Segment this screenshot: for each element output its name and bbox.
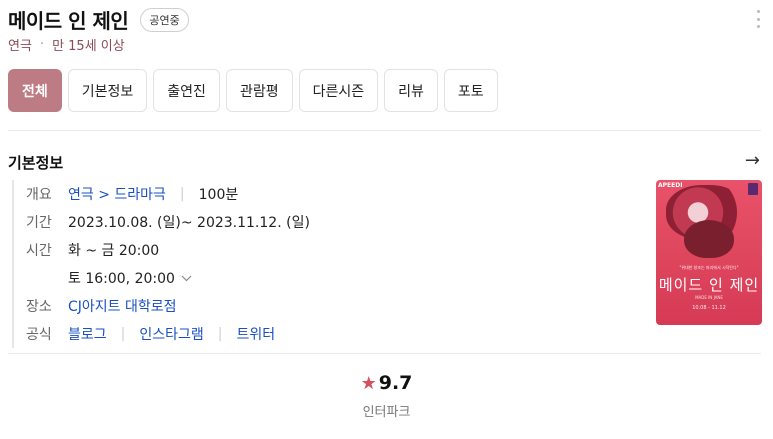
info-row-period: 기간 2023.10.08. (일)~ 2023.11.12. (일) xyxy=(26,208,632,236)
info-label: 기간 xyxy=(26,215,52,231)
rating-score: ★ 9.7 xyxy=(0,372,773,394)
tab-other-seasons[interactable]: 다른시즌 xyxy=(298,69,379,112)
divider xyxy=(8,353,761,354)
tab-cast[interactable]: 출연진 xyxy=(153,69,220,112)
info-row-time: 시간 화 ~ 금 20:00 xyxy=(26,236,632,264)
instagram-link[interactable]: 인스타그램 xyxy=(139,324,203,344)
time-value-saturday: 토 16:00, 20:00 xyxy=(68,271,175,287)
info-label: 장소 xyxy=(26,299,52,315)
poster-hand-art xyxy=(684,220,734,258)
time-value-weekday: 화 ~ 금 20:00 xyxy=(68,243,160,259)
poster-dates: 10.08 - 11.12 xyxy=(692,305,726,311)
info-list: 개요 연극 > 드라마극 | 100분 기간 2023.10.08. (일)~ … xyxy=(12,180,632,348)
subtitle: 연극 · 만 15세 이상 xyxy=(8,35,125,54)
info-row-venue: 장소 CJ아지트 대학로점 xyxy=(26,292,632,320)
page-header: 메이드 인 제인 공연중 xyxy=(8,5,189,34)
info-row-official: 공식 블로그 | 인스타그램 | 트위터 xyxy=(26,320,632,348)
star-icon: ★ xyxy=(360,373,377,394)
tab-photos[interactable]: 포토 xyxy=(443,69,498,112)
genre-link[interactable]: 연극 > 드라마극 xyxy=(68,184,166,204)
blog-link[interactable]: 블로그 xyxy=(68,324,107,344)
page-title: 메이드 인 제인 xyxy=(8,9,129,33)
tab-audience-reviews[interactable]: 관람평 xyxy=(225,69,293,112)
tab-basic-info[interactable]: 기본정보 xyxy=(67,69,148,112)
poster-producer-text: APEEDI xyxy=(658,182,683,189)
poster-tagline: "위대한 창조는 파괴에서 시작된다" xyxy=(679,265,739,270)
divider xyxy=(8,130,761,131)
section-title: 기본정보 xyxy=(8,154,64,172)
separator: | xyxy=(217,326,223,342)
poster-subtitle: MADE IN JANE xyxy=(695,295,723,300)
arrow-right-icon[interactable]: → xyxy=(745,150,760,171)
age-rating: 만 15세 이상 xyxy=(52,39,125,54)
tab-bar: 전체 기본정보 출연진 관람평 다른시즌 리뷰 포토 xyxy=(8,69,498,112)
tab-reviews[interactable]: 리뷰 xyxy=(384,69,438,112)
info-row-time-2[interactable]: 토 16:00, 20:00 xyxy=(26,264,632,292)
rating-source[interactable]: 인터파크 xyxy=(0,401,773,420)
info-label: 개요 xyxy=(26,187,52,203)
venue-link[interactable]: CJ아지트 대학로점 xyxy=(68,296,177,316)
poster-image[interactable]: APEEDI "위대한 창조는 파괴에서 시작된다" 메이드 인 제인 MADE… xyxy=(656,180,762,325)
more-vertical-icon[interactable] xyxy=(757,10,761,28)
tab-all[interactable]: 전체 xyxy=(8,69,62,112)
score-value: 9.7 xyxy=(378,372,413,394)
status-badge: 공연중 xyxy=(140,7,189,32)
genre-text: 연극 xyxy=(8,39,32,54)
separator: | xyxy=(179,186,185,202)
runtime-value: 100분 xyxy=(198,187,239,203)
separator-dot: · xyxy=(39,37,45,52)
chevron-down-icon[interactable] xyxy=(181,272,192,285)
separator: | xyxy=(120,326,126,342)
info-label: 공식 xyxy=(26,327,52,343)
info-label: 시간 xyxy=(26,243,52,259)
period-value: 2023.10.08. (일)~ 2023.11.12. (일) xyxy=(68,215,310,231)
info-row-overview: 개요 연극 > 드라마극 | 100분 xyxy=(26,180,632,208)
twitter-link[interactable]: 트위터 xyxy=(236,324,275,344)
poster-title: 메이드 인 제인 xyxy=(658,276,760,294)
poster-corner-logo xyxy=(748,183,758,195)
